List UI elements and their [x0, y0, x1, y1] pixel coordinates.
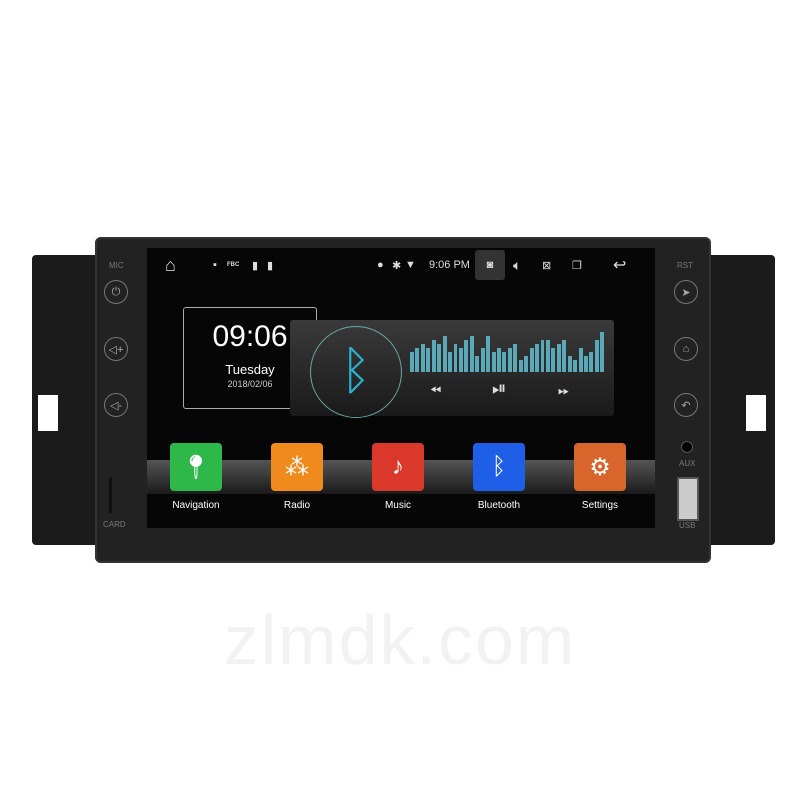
eq-bar — [551, 348, 556, 372]
equalizer — [410, 332, 605, 372]
eq-bar — [573, 360, 578, 372]
app-music[interactable]: ♪ — [372, 443, 424, 491]
eq-bar — [562, 340, 567, 372]
eq-bar — [545, 340, 550, 372]
app-settings[interactable]: ⚙ — [574, 443, 626, 491]
radio-icon: ⁂ — [285, 453, 309, 481]
back-button[interactable]: ↶ — [674, 393, 698, 417]
eq-bar — [464, 340, 469, 372]
eq-bar — [453, 344, 458, 372]
app-label[interactable]: Settings — [555, 500, 645, 511]
mic-label: MIC — [109, 261, 124, 270]
bracket-slot — [38, 395, 58, 431]
back-icon[interactable]: ↩ — [613, 255, 626, 275]
music-icon: ♪ — [392, 453, 404, 480]
app-navigation[interactable]: 📍︎ — [170, 443, 222, 491]
app-label[interactable]: Radio — [252, 500, 342, 511]
bluetooth-music-widget[interactable]: ᛒ ⏪︎ ⏯︎ ⏩︎ — [290, 320, 614, 418]
eq-bar — [594, 340, 599, 372]
card-label: CARD — [103, 520, 126, 529]
eq-bar — [458, 348, 463, 372]
eq-bar — [513, 344, 518, 372]
rst-label: RST — [677, 261, 693, 270]
eq-bar — [469, 336, 474, 372]
app-label[interactable]: Music — [353, 500, 443, 511]
usb-port[interactable] — [677, 477, 699, 521]
eq-bar — [507, 348, 512, 372]
eq-bar — [486, 336, 491, 372]
fm-icon: FBC — [227, 262, 240, 268]
sd-icon: ▮ — [252, 259, 259, 272]
eq-bar — [480, 348, 485, 372]
recent-apps-icon[interactable]: ❐ — [572, 259, 582, 272]
eq-bar — [410, 352, 414, 372]
eq-bar — [426, 348, 431, 372]
eq-bar — [556, 344, 561, 372]
status-bar: ⌂ ▪ FBC ▮ ▮ ● ✱ ▼ 9:06 PM ◙ 🔈︎ ⊠ ❐ ↩ — [147, 248, 655, 282]
volume-up-button[interactable]: ◁+ — [104, 337, 128, 361]
usb-label: USB — [679, 521, 696, 530]
home-button[interactable]: ⌂ — [674, 337, 698, 361]
eq-bar — [540, 340, 545, 372]
eq-bar — [442, 336, 447, 372]
eq-bar — [600, 332, 605, 372]
play-pause-button[interactable]: ⏯︎ — [492, 378, 506, 399]
close-box-icon[interactable]: ⊠ — [542, 259, 551, 272]
bluetooth-icon: ✱ — [392, 259, 402, 272]
aux-jack[interactable] — [681, 441, 693, 453]
card-slot[interactable] — [109, 477, 112, 513]
eq-bar — [524, 356, 529, 372]
power-button[interactable]: ⏻ — [104, 280, 128, 304]
navigate-button[interactable]: ➤ — [674, 280, 698, 304]
eq-bar — [584, 356, 588, 372]
eq-bar — [491, 352, 496, 372]
eq-bar — [420, 344, 425, 372]
eq-bar — [497, 348, 501, 372]
eq-bar — [475, 356, 480, 372]
fast-forward-button[interactable]: ⏩︎ — [558, 382, 569, 399]
eq-bar — [578, 348, 583, 372]
eq-bar — [415, 348, 420, 372]
status-time: 9:06 PM — [429, 259, 470, 271]
rewind-button[interactable]: ⏪︎ — [430, 382, 441, 399]
eq-bar — [567, 356, 572, 372]
volume-down-button[interactable]: ◁- — [104, 393, 128, 417]
watermark: zlmdk.com — [223, 601, 577, 679]
image-icon: ▪ — [213, 259, 217, 271]
camera-icon[interactable]: ◙ — [475, 250, 505, 280]
app-label[interactable]: Navigation — [151, 500, 241, 511]
eq-bar — [535, 344, 539, 372]
aux-label: AUX — [679, 459, 696, 468]
settings-icon: ⚙ — [589, 453, 611, 481]
bluetooth-disc-icon: ᛒ — [310, 326, 402, 418]
app-bluetooth[interactable]: ᛒ — [473, 443, 525, 491]
screen: ⌂ ▪ FBC ▮ ▮ ● ✱ ▼ 9:06 PM ◙ 🔈︎ ⊠ ❐ ↩ 09:… — [147, 248, 655, 528]
bluetooth-icon: ᛒ — [491, 453, 507, 480]
app-label[interactable]: Bluetooth — [454, 500, 544, 511]
eq-bar — [448, 352, 452, 372]
eq-bar — [518, 360, 523, 372]
location-icon: ● — [377, 259, 384, 271]
map-pin-icon: 📍︎ — [180, 453, 212, 481]
eq-bar — [437, 344, 442, 372]
wifi-icon: ▼ — [405, 259, 416, 271]
sd-icon: ▮ — [267, 259, 274, 272]
eq-bar — [529, 348, 534, 372]
app-radio[interactable]: ⁂ — [271, 443, 323, 491]
eq-bar — [502, 352, 507, 372]
bracket-slot — [746, 395, 766, 431]
home-icon[interactable]: ⌂ — [165, 255, 176, 276]
eq-bar — [589, 352, 594, 372]
eq-bar — [431, 340, 436, 372]
volume-icon[interactable]: 🔈︎ — [513, 257, 521, 274]
